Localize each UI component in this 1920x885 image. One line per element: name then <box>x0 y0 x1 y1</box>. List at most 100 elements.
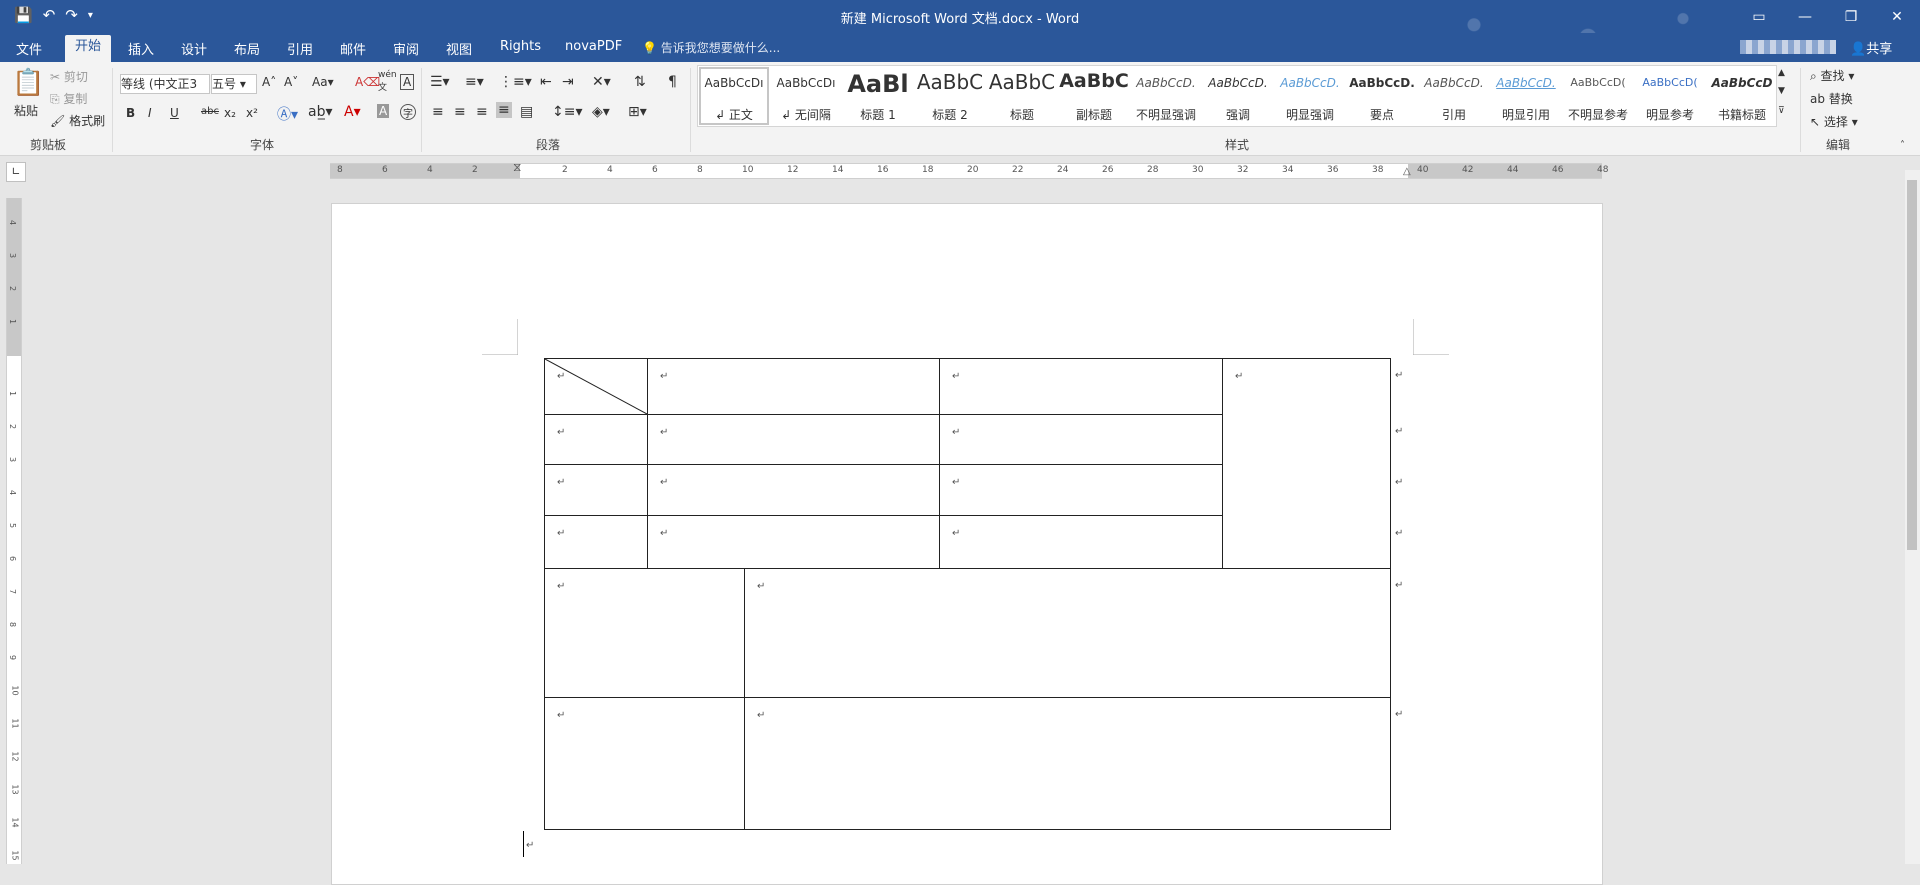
char-border-icon[interactable]: A <box>400 74 415 90</box>
increase-indent-icon[interactable]: ⇥ <box>562 74 574 90</box>
style-subtle-reference[interactable]: AaBbCcD(不明显参考 <box>1562 66 1634 126</box>
table-cell[interactable]: ↵ <box>647 464 940 516</box>
tab-references[interactable]: 引用 <box>287 39 313 58</box>
tab-rights[interactable]: Rights <box>500 39 541 54</box>
ribbon-display-icon[interactable]: ▭ <box>1736 0 1782 33</box>
grow-font-icon[interactable]: A˄ <box>262 75 276 89</box>
restore-icon[interactable]: ❐ <box>1828 0 1874 33</box>
tab-insert[interactable]: 插入 <box>128 39 154 58</box>
replace-button[interactable]: ab 替换 <box>1810 90 1853 107</box>
style-intense-reference[interactable]: AaBbCcD(明显参考 <box>1634 66 1706 126</box>
gallery-down-icon[interactable]: ▼ <box>1778 86 1785 96</box>
highlight-icon[interactable]: ab̲▾ <box>308 104 333 120</box>
scroll-thumb[interactable] <box>1907 180 1917 550</box>
collapse-ribbon-icon[interactable]: ˄ <box>1900 140 1905 151</box>
horizontal-ruler[interactable]: 8 6 4 2 2 4 6 8 10 12 14 16 18 20 22 24 26 28 30 32 34 36 38 40… <box>330 160 1608 179</box>
table-cell[interactable]: ↵ <box>544 697 745 830</box>
distributed-icon[interactable]: ▤ <box>520 104 533 120</box>
table-cell[interactable]: ↵ <box>544 358 648 415</box>
style-book-title[interactable]: AaBbCcD 书籍标题 <box>1706 66 1778 126</box>
superscript-button[interactable]: x² <box>246 106 258 120</box>
multilevel-list-icon[interactable]: ⋮≡▾ <box>499 74 532 90</box>
bold-button[interactable]: B <box>126 106 135 120</box>
table-cell[interactable]: ↵ <box>744 568 1391 698</box>
tab-file[interactable]: 文件 <box>16 39 42 58</box>
italic-button[interactable]: I <box>148 106 152 120</box>
style-strong[interactable]: AaBbCcD. 要点 <box>1346 66 1418 126</box>
clear-format-icon[interactable]: A⌫ <box>355 75 380 89</box>
find-button[interactable]: ⌕ 查找 ▾ <box>1810 67 1854 84</box>
style-quote[interactable]: AaBbCcD. 引用 <box>1418 66 1490 126</box>
table-cell[interactable]: ↵ <box>544 568 745 698</box>
share-button[interactable]: 👤共享 <box>1850 38 1892 57</box>
style-intense-emphasis[interactable]: AaBbCcD. 明显强调 <box>1274 66 1346 126</box>
change-case-button[interactable]: Aa▾ <box>312 75 334 89</box>
subscript-button[interactable]: x₂ <box>224 106 236 120</box>
borders-icon[interactable]: ⊞▾ <box>628 104 647 120</box>
line-spacing-icon[interactable]: ↕≡▾ <box>552 104 583 120</box>
right-indent-icon[interactable]: △ <box>1403 166 1411 177</box>
format-painter-button[interactable]: 🖌 格式刷 <box>50 112 105 129</box>
shrink-font-icon[interactable]: A˅ <box>284 75 298 89</box>
vertical-ruler[interactable]: 4 3 2 1 1 2 3 4 5 6 7 8 9 10 11 12 13 14 15 <box>6 198 22 864</box>
indent-marker-icon[interactable]: ⧖ <box>513 160 521 175</box>
minimize-icon[interactable]: — <box>1782 0 1828 33</box>
tab-mailings[interactable]: 邮件 <box>340 39 366 58</box>
paste-button[interactable]: 粘贴 <box>14 102 38 119</box>
tell-me-box[interactable]: 💡 告诉我您想要做什么... <box>642 39 780 56</box>
show-marks-icon[interactable]: ¶ <box>668 74 677 90</box>
table-cell[interactable]: ↵ <box>939 515 1223 569</box>
tab-layout[interactable]: 布局 <box>234 39 260 58</box>
style-heading-1[interactable]: AaBl 标题 1 <box>842 66 914 126</box>
tab-design[interactable]: 设计 <box>181 39 207 58</box>
align-center-icon[interactable]: ≡ <box>454 104 466 120</box>
bullets-icon[interactable]: ☰▾ <box>430 74 450 90</box>
sort-icon[interactable]: ⇅ <box>634 74 646 90</box>
paste-icon[interactable]: 📋 <box>12 68 44 98</box>
tab-selector[interactable]: ∟ <box>6 162 26 182</box>
tab-novapdf[interactable]: novaPDF <box>565 39 622 54</box>
vertical-scrollbar[interactable] <box>1905 170 1920 864</box>
style-subtitle[interactable]: AaBbC 副标题 <box>1058 66 1130 126</box>
asian-layout-icon[interactable]: ✕▾ <box>592 74 611 90</box>
char-shading-icon[interactable]: A <box>377 104 390 118</box>
font-name-box[interactable]: 等线 (中文正3 <box>120 74 210 94</box>
user-account[interactable] <box>1740 40 1836 54</box>
table-cell[interactable]: ↵ <box>744 697 1391 830</box>
table-cell[interactable]: ↵ <box>544 515 648 569</box>
table-cell[interactable]: ↵ <box>647 515 940 569</box>
style-title[interactable]: AaBbC 标题 <box>986 66 1058 126</box>
table-cell[interactable]: ↵ <box>544 414 648 465</box>
align-left-icon[interactable]: ≡ <box>432 104 444 120</box>
style-subtle-emphasis[interactable]: AaBbCcD. 不明显强调 <box>1130 66 1202 126</box>
table-cell[interactable]: ↵ <box>1222 358 1391 569</box>
copy-button[interactable]: ⎘ 复制 <box>50 90 87 107</box>
style-emphasis[interactable]: AaBbCcD. 强调 <box>1202 66 1274 126</box>
enclose-char-icon[interactable]: 字 <box>400 104 416 120</box>
table-cell[interactable]: ↵ <box>647 358 940 415</box>
strikethrough-button[interactable]: abc <box>201 106 219 117</box>
select-button[interactable]: ↖ 选择 ▾ <box>1810 113 1858 130</box>
font-color-button[interactable]: A▾ <box>344 104 361 120</box>
gallery-up-icon[interactable]: ▲ <box>1778 68 1785 78</box>
style-normal[interactable]: AaBbCcDı ↲ 正文 <box>698 66 770 126</box>
style-intense-quote[interactable]: AaBbCcD. 明显引用 <box>1490 66 1562 126</box>
style-no-spacing[interactable]: AaBbCcDı ↲ 无间隔 <box>770 66 842 126</box>
table-cell[interactable]: ↵ <box>544 464 648 516</box>
underline-button[interactable]: U <box>170 106 179 120</box>
table-cell[interactable]: ↵ <box>647 414 940 465</box>
table-cell[interactable]: ↵ <box>939 414 1223 465</box>
shading-icon[interactable]: ◈▾ <box>592 104 610 120</box>
tab-view[interactable]: 视图 <box>446 39 472 58</box>
align-right-icon[interactable]: ≡ <box>476 104 488 120</box>
phonetic-guide-button[interactable]: wén 文 <box>378 70 397 93</box>
cut-button[interactable]: ✂ 剪切 <box>50 68 88 85</box>
tab-review[interactable]: 审阅 <box>393 39 419 58</box>
font-size-box[interactable]: 五号 ▾ <box>211 74 257 94</box>
tab-home[interactable]: 开始 <box>65 35 112 62</box>
justify-icon[interactable]: ≡ <box>496 102 512 118</box>
close-icon[interactable]: ✕ <box>1874 0 1920 33</box>
decrease-indent-icon[interactable]: ⇤ <box>540 74 552 90</box>
document-page[interactable]: ↵ ↵ ↵ ↵ ↵ ↵ ↵ ↵ ↵ ↵ ↵ ↵ ↵ ↵ ↵ ↵ ↵ ↵ ↵ ↵ ↵ ↵ ↵ ↵ <box>331 203 1603 885</box>
style-heading-2[interactable]: AaBbC 标题 2 <box>914 66 986 126</box>
